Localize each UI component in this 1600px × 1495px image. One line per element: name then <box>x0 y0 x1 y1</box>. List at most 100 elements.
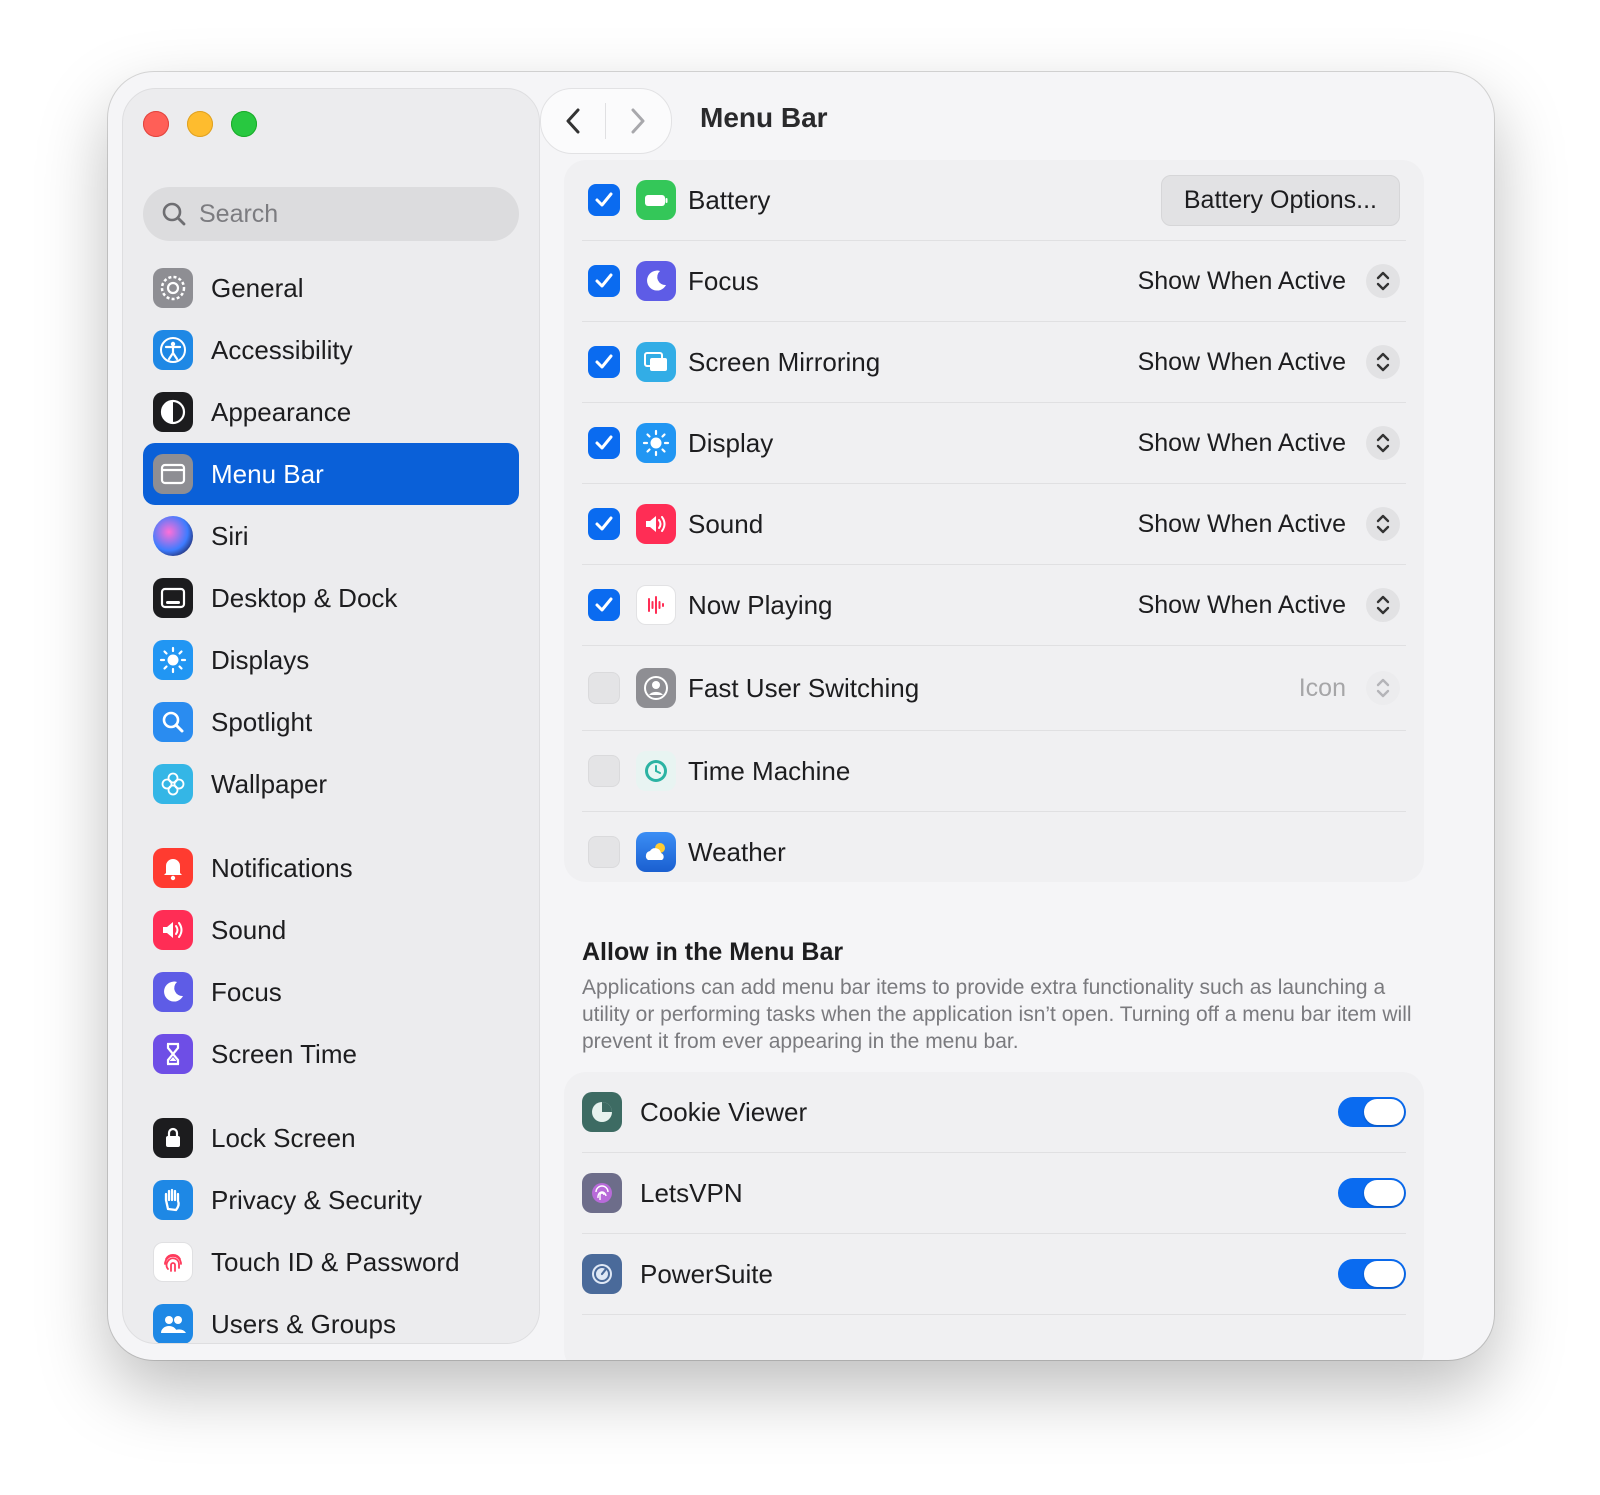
letsvpn-toggle[interactable] <box>1338 1178 1406 1208</box>
fingerprint-icon <box>153 1242 193 1282</box>
history-nav <box>540 88 672 154</box>
close-button[interactable] <box>143 111 169 137</box>
control-actions: Battery Options... <box>1160 174 1400 226</box>
sidebar-item-accessibility[interactable]: Accessibility <box>143 319 519 381</box>
toggle-knob <box>1364 1180 1404 1206</box>
menu-bar-controls-list: Battery Battery Options... Focus Show Wh… <box>564 160 1424 882</box>
fast-user-switching-popup-button[interactable]: Icon <box>1299 671 1400 705</box>
zoom-button[interactable] <box>231 111 257 137</box>
battery-options-button[interactable]: Battery Options... <box>1160 174 1400 226</box>
sidebar-item-menu-bar[interactable]: Menu Bar <box>143 443 519 505</box>
sidebar-item-privacy-security[interactable]: Privacy & Security <box>143 1169 519 1231</box>
sidebar-item-label: Screen Time <box>211 1038 357 1069</box>
search-input[interactable] <box>197 198 501 230</box>
sidebar-item-touch-id[interactable]: Touch ID & Password <box>143 1231 519 1293</box>
sidebar-item-displays[interactable]: Displays <box>143 629 519 691</box>
sidebar-item-focus[interactable]: Focus <box>143 961 519 1023</box>
user-circle-icon <box>636 668 676 708</box>
moon-icon <box>636 261 676 301</box>
focus-checkbox[interactable] <box>588 265 620 297</box>
powersuite-icon <box>582 1254 622 1294</box>
display-popup-button[interactable]: Show When Active <box>1138 426 1400 460</box>
control-label: Display <box>688 427 774 458</box>
display-checkbox[interactable] <box>588 427 620 459</box>
minimize-button[interactable] <box>187 111 213 137</box>
allow-section-title: Allow in the Menu Bar <box>582 938 844 966</box>
gear-icon <box>153 268 193 308</box>
checkmark-icon <box>595 354 613 369</box>
screen-mirroring-popup-button[interactable]: Show When Active <box>1138 345 1400 379</box>
now-playing-popup-button[interactable]: Show When Active <box>1138 588 1400 622</box>
control-row-battery: Battery Battery Options... <box>582 160 1406 241</box>
mirroring-icon <box>636 342 676 382</box>
bell-icon <box>153 848 193 888</box>
time-machine-checkbox[interactable] <box>588 755 620 787</box>
sidebar-item-screen-time[interactable]: Screen Time <box>143 1023 519 1085</box>
sound-checkbox[interactable] <box>588 508 620 540</box>
app-row-cookie-viewer: Cookie Viewer <box>582 1072 1406 1153</box>
chevron-updown-icon <box>1366 507 1400 541</box>
popup-value: Icon <box>1298 673 1346 702</box>
sidebar-item-label: Lock Screen <box>211 1122 356 1153</box>
sound-popup-button[interactable]: Show When Active <box>1138 507 1400 541</box>
search-field[interactable] <box>143 187 519 241</box>
control-label: Weather <box>688 836 786 867</box>
sidebar-item-label: Notifications <box>211 852 353 883</box>
fast-user-switching-checkbox[interactable] <box>588 672 620 704</box>
screen-mirroring-checkbox[interactable] <box>588 346 620 378</box>
sidebar-item-label: Menu Bar <box>211 458 324 489</box>
back-button[interactable] <box>541 89 605 153</box>
chevron-updown-icon <box>1366 426 1400 460</box>
focus-popup-button[interactable]: Show When Active <box>1138 264 1400 298</box>
control-label: Focus <box>688 265 759 296</box>
cookie-viewer-icon <box>582 1092 622 1132</box>
users-icon <box>153 1304 193 1343</box>
lock-icon <box>153 1118 193 1158</box>
sidebar-item-siri[interactable]: Siri <box>143 505 519 567</box>
sidebar-item-label: General <box>211 272 304 303</box>
hand-icon <box>153 1180 193 1220</box>
popup-value: Show When Active <box>1137 266 1346 295</box>
now-playing-checkbox[interactable] <box>588 589 620 621</box>
sidebar-item-notifications[interactable]: Notifications <box>143 837 519 899</box>
popup-value: Show When Active <box>1137 509 1346 538</box>
weather-checkbox[interactable] <box>588 836 620 868</box>
control-row-sound: Sound Show When Active <box>582 484 1406 565</box>
search-icon <box>162 202 186 226</box>
control-row-focus: Focus Show When Active <box>582 241 1406 322</box>
sidebar-item-users-groups[interactable]: Users & Groups <box>143 1293 519 1343</box>
popup-value: Show When Active <box>1137 428 1346 457</box>
control-label: Screen Mirroring <box>688 346 881 377</box>
sun-icon <box>153 640 193 680</box>
control-row-fast-user-switching: Fast User Switching Icon <box>582 646 1406 731</box>
control-label: Time Machine <box>688 755 851 786</box>
battery-checkbox[interactable] <box>588 184 620 216</box>
waveform-icon <box>636 585 676 625</box>
sidebar-nav: General Accessibility Appearance Menu Ba… <box>143 257 519 1343</box>
control-label: Battery <box>688 184 771 215</box>
sidebar-item-spotlight[interactable]: Spotlight <box>143 691 519 753</box>
sidebar-item-wallpaper[interactable]: Wallpaper <box>143 753 519 815</box>
siri-icon <box>153 516 193 556</box>
sidebar-item-general[interactable]: General <box>143 257 519 319</box>
battery-icon <box>636 180 676 220</box>
cookie-viewer-toggle[interactable] <box>1338 1097 1406 1127</box>
app-label: Cookie Viewer <box>640 1096 808 1127</box>
control-row-weather: Weather <box>582 812 1406 882</box>
page-title: Menu Bar <box>700 102 828 133</box>
popup-value: Show When Active <box>1137 590 1346 619</box>
speaker-icon <box>636 504 676 544</box>
sidebar-item-appearance[interactable]: Appearance <box>143 381 519 443</box>
sidebar-item-sound[interactable]: Sound <box>143 899 519 961</box>
forward-button[interactable] <box>606 89 670 153</box>
checkmark-icon <box>595 192 613 207</box>
sidebar-item-lock-screen[interactable]: Lock Screen <box>143 1107 519 1169</box>
sidebar-item-label: Sound <box>211 914 287 945</box>
sidebar: General Accessibility Appearance Menu Ba… <box>122 88 540 1344</box>
chevron-updown-icon <box>1366 345 1400 379</box>
dock-icon <box>153 578 193 618</box>
sidebar-item-desktop-dock[interactable]: Desktop & Dock <box>143 567 519 629</box>
powersuite-toggle[interactable] <box>1338 1259 1406 1289</box>
chevron-updown-icon <box>1366 264 1400 298</box>
toggle-knob <box>1364 1099 1404 1125</box>
